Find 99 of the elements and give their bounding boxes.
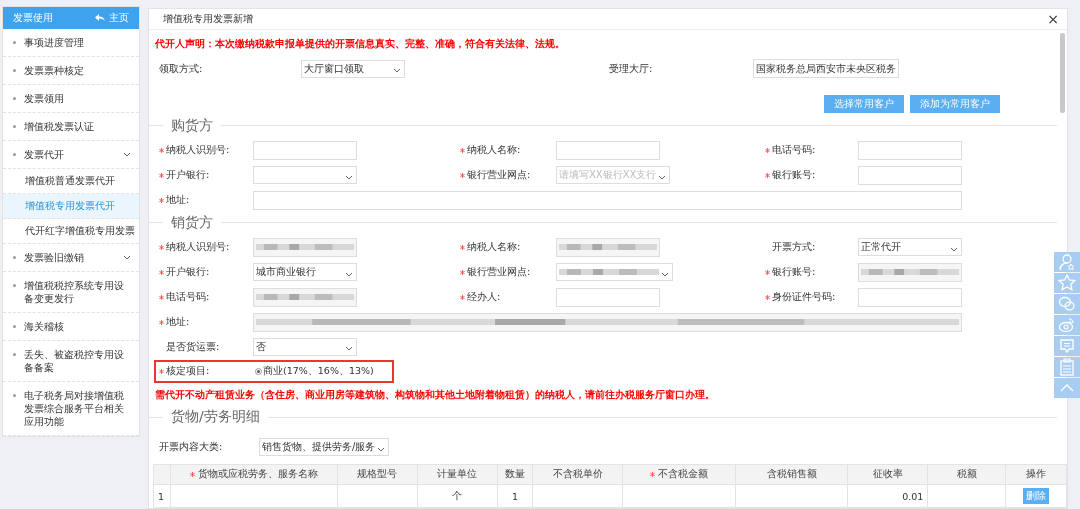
- person-icon: [1058, 253, 1076, 271]
- dropdown[interactable]: [556, 263, 673, 282]
- dropdown[interactable]: 否: [253, 337, 357, 356]
- field-label: 领取方式:: [159, 62, 204, 76]
- column-header: 数量: [504, 468, 525, 481]
- dropdown[interactable]: 销售货物、提供劳务/服务: [259, 438, 390, 456]
- section-heading: 货物/劳务明细: [170, 408, 261, 426]
- sidebar-subitem[interactable]: 代开红字增值税专用发票: [3, 219, 139, 244]
- chevron-up-button[interactable]: [1054, 378, 1080, 398]
- sidebar-item[interactable]: 发票领用: [3, 85, 139, 113]
- sidebar-item[interactable]: 增值税发票认证: [3, 113, 139, 141]
- field-label: 身份证件号码:: [772, 290, 836, 305]
- input-field[interactable]: [253, 237, 357, 257]
- declaration-notice: 代开人声明：本次缴纳税款申报单提供的开票信息真实、完整、准确，符合有关法律、法规。: [154, 37, 566, 52]
- input-field[interactable]: [253, 190, 962, 210]
- section-heading: 销货方: [170, 213, 214, 232]
- dialog-title: 增值税专用发票新增: [163, 12, 253, 27]
- column-header: 操作: [1026, 468, 1047, 481]
- field-label: 纳税人识别号:: [166, 143, 230, 158]
- field-label: 是否货运票:: [166, 339, 220, 354]
- field-label: 银行营业网点:: [467, 265, 531, 280]
- column-header: 不含税单价: [552, 468, 603, 481]
- input-field[interactable]: [858, 262, 962, 282]
- sidebar-item[interactable]: 电子税务局对接增值税发票综合服务平台相关应用功能: [3, 382, 139, 436]
- chevron-down-icon: [377, 446, 386, 452]
- sidebar-item[interactable]: 海关稽核: [3, 313, 139, 341]
- sidebar-title: 发票使用: [13, 11, 53, 25]
- chevron-down-icon: [950, 246, 958, 252]
- dropdown[interactable]: 城市商业银行: [253, 263, 357, 282]
- sidebar-item[interactable]: 增值税税控系统专用设备变更发行: [3, 272, 139, 313]
- dropdown[interactable]: [253, 166, 357, 185]
- column-header: 货物或应税劳务、服务名称: [198, 468, 319, 481]
- column-header: 计量单位: [437, 468, 478, 481]
- input-field[interactable]: [858, 287, 962, 307]
- field-label: 纳税人名称:: [467, 143, 521, 158]
- field-label: 受理大厅:: [609, 62, 654, 76]
- input-field[interactable]: 国家税务总局西安市未央区税务: [753, 59, 899, 79]
- clipboard-button[interactable]: [1054, 357, 1080, 377]
- sidebar-item[interactable]: 发票代开: [3, 141, 139, 169]
- dropdown[interactable]: 正常代开: [858, 238, 962, 257]
- field-label: 开票方式:: [772, 240, 816, 255]
- input-field[interactable]: [253, 312, 962, 332]
- field-label: 地址:: [166, 315, 190, 330]
- field-label: 银行账号:: [772, 265, 816, 280]
- table-cell: 1: [497, 484, 533, 508]
- chevron-down-icon: [123, 152, 131, 157]
- column-header: 征收率: [872, 468, 903, 481]
- message-icon: [1058, 337, 1076, 355]
- table-cell: 0.01: [847, 484, 928, 508]
- field-label: 地址:: [166, 193, 190, 208]
- input-field[interactable]: [253, 140, 357, 160]
- close-button[interactable]: ×: [1047, 11, 1059, 28]
- field-label: 经办人:: [467, 290, 501, 305]
- chat-bubbles-button[interactable]: [1054, 294, 1080, 314]
- back-arrow-icon: [95, 14, 105, 22]
- field-label: 银行营业网点:: [467, 168, 531, 183]
- chevron-down-icon: [658, 174, 667, 180]
- field-label: 开户银行:: [166, 168, 210, 183]
- swirl-icon: [1058, 316, 1076, 334]
- field-label: 核定项目:: [166, 364, 210, 379]
- field-label: 纳税人名称:: [467, 240, 521, 255]
- column-header: 不含税金额: [658, 468, 709, 481]
- field-label: 纳税人识别号:: [166, 240, 230, 255]
- chevron-down-icon: [345, 271, 353, 277]
- message-button[interactable]: [1054, 336, 1080, 356]
- star-button[interactable]: [1054, 273, 1080, 293]
- chevron-down-icon: [345, 174, 353, 180]
- column-header: 含税销售额: [766, 468, 817, 481]
- radio-option[interactable]: 商业(17%、16%、13%): [255, 364, 374, 378]
- dropdown[interactable]: 大厅窗口领取: [301, 60, 405, 78]
- table-cell: 1: [153, 484, 171, 508]
- chevron-down-icon: [345, 346, 353, 352]
- input-field[interactable]: [556, 237, 660, 257]
- column-header: 规格型号: [357, 468, 398, 481]
- input-field[interactable]: [556, 140, 660, 160]
- input-field[interactable]: [556, 287, 660, 307]
- chevron-down-icon: [123, 255, 131, 260]
- field-label: 银行账号:: [772, 168, 816, 183]
- sidebar-item[interactable]: 发票票种核定: [3, 57, 139, 85]
- sidebar-item[interactable]: 事项进度管理: [3, 29, 139, 57]
- field-label: 开票内容大类:: [159, 440, 224, 454]
- warning-notice: 需代开不动产租赁业务（含住房、商业用房等建筑物、构筑物和其他土地附着物租赁）的纳税人，请前往办税服务厅窗口办理。: [154, 388, 716, 402]
- input-field[interactable]: [858, 165, 962, 185]
- column-header: 税额: [956, 468, 977, 481]
- field-label: 电话号码:: [772, 143, 816, 158]
- field-label: 电话号码:: [166, 290, 210, 305]
- sidebar-item[interactable]: 丢失、被盗税控专用设备备案: [3, 341, 139, 382]
- chevron-down-icon: [661, 271, 669, 277]
- chat-bubbles-icon: [1058, 295, 1076, 313]
- input-field[interactable]: [858, 140, 962, 160]
- sidebar-item[interactable]: 发票验旧缴销: [3, 244, 139, 272]
- input-field[interactable]: [253, 287, 357, 307]
- chevron-down-icon: [393, 68, 401, 74]
- person-button[interactable]: [1054, 252, 1080, 272]
- field-label: 开户银行:: [166, 265, 210, 280]
- section-heading: 购货方: [170, 116, 214, 135]
- table-cell: 个: [417, 484, 498, 508]
- swirl-button[interactable]: [1054, 315, 1080, 335]
- star-icon: [1058, 274, 1076, 292]
